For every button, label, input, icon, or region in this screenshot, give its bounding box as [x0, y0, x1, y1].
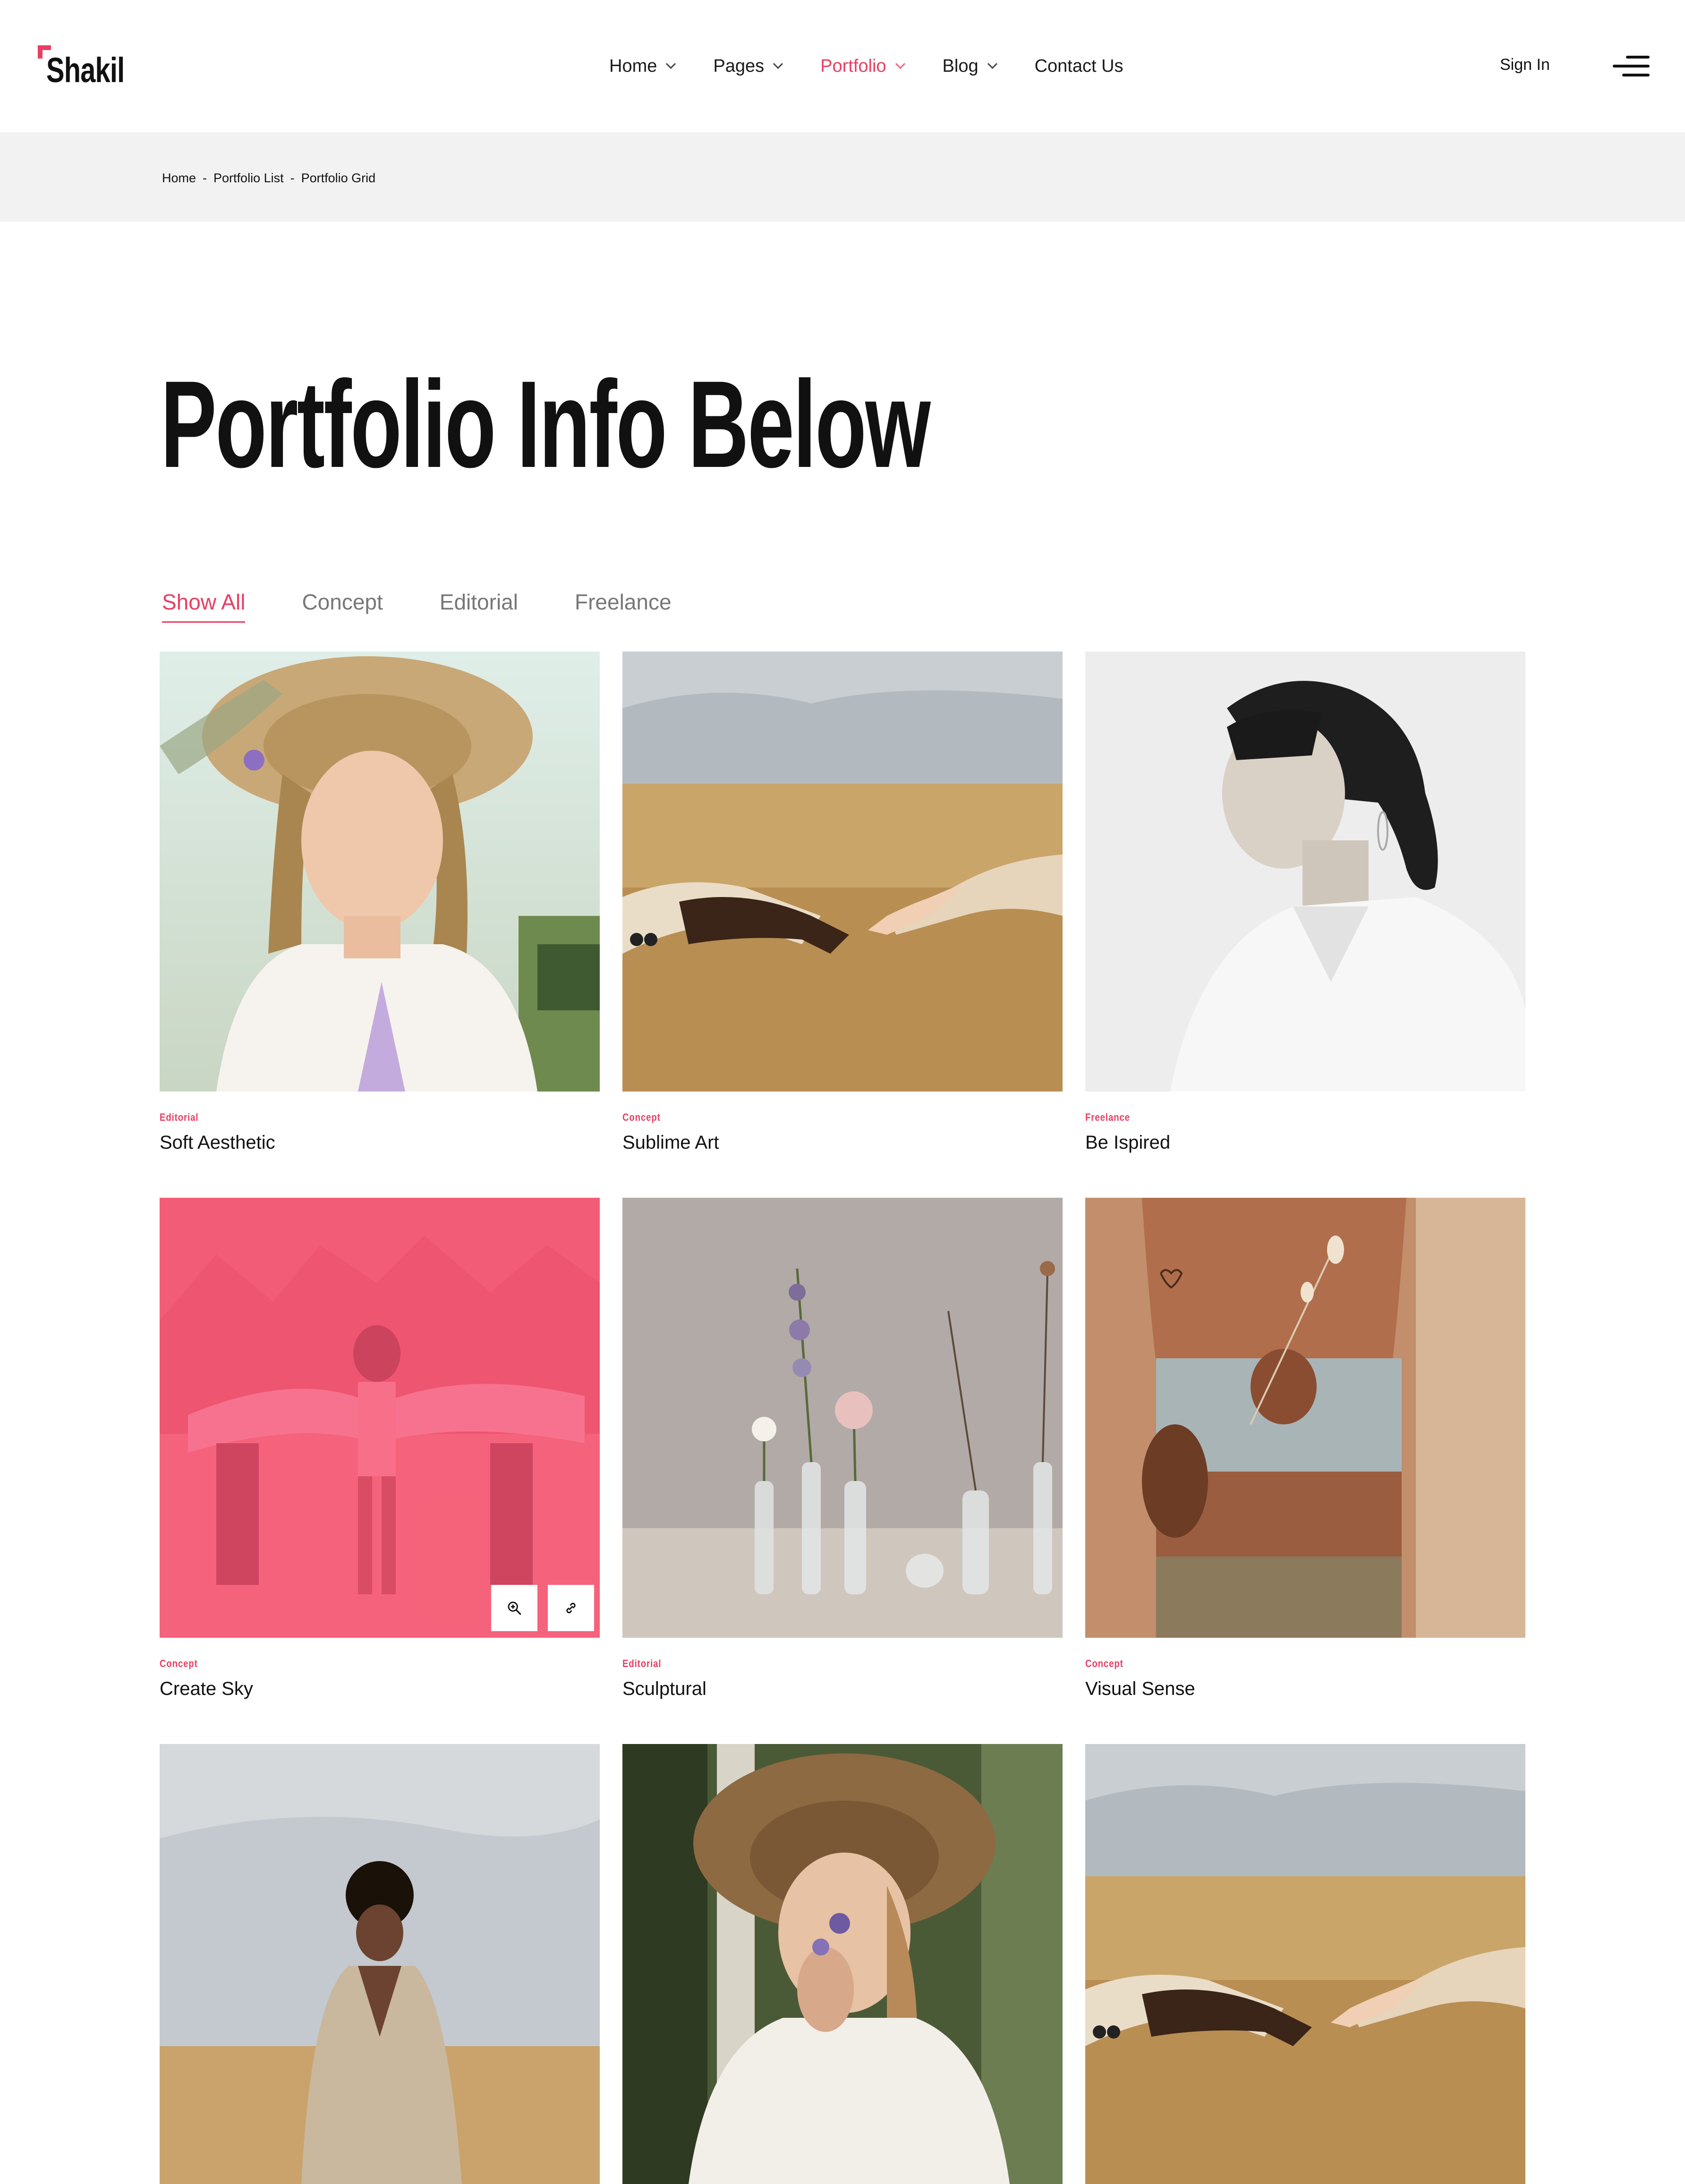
breadcrumb-separator: -: [290, 171, 295, 185]
woman-profile-bw-image: [1085, 652, 1525, 1092]
breadcrumb-portfolio-list[interactable]: Portfolio List: [213, 171, 284, 186]
man-wheat-field-image: [160, 1744, 600, 2184]
portfolio-title[interactable]: Create Sky: [160, 1678, 600, 1700]
portfolio-category[interactable]: Concept: [622, 1111, 996, 1124]
portfolio-card: [622, 1744, 1063, 2184]
portfolio-title[interactable]: Sublime Art: [622, 1132, 1063, 1153]
nav-item-label: Blog: [942, 56, 979, 76]
portfolio-image[interactable]: [1085, 1744, 1525, 2184]
portfolio-category[interactable]: Concept: [1085, 1658, 1459, 1670]
portfolio-title[interactable]: Soft Aesthetic: [160, 1132, 600, 1153]
logo[interactable]: Shakil: [38, 45, 146, 88]
filter-concept[interactable]: Concept: [302, 589, 383, 621]
filter-freelance[interactable]: Freelance: [575, 589, 672, 621]
zoom-in-button[interactable]: [491, 1585, 537, 1631]
portfolio-image[interactable]: [622, 1744, 1063, 2184]
portfolio-category[interactable]: Freelance: [1085, 1111, 1459, 1124]
portfolio-title[interactable]: Visual Sense: [1085, 1678, 1525, 1700]
portfolio-image[interactable]: [1085, 1198, 1525, 1638]
breadcrumb-separator: -: [203, 171, 207, 185]
link-button[interactable]: [548, 1585, 594, 1631]
portfolio-image[interactable]: [622, 1198, 1063, 1638]
nav-item-label: Portfolio: [820, 56, 886, 76]
nav-item-label: Pages: [713, 56, 765, 76]
portfolio-card: [1085, 1744, 1525, 2184]
woman-dried-flowers-image: [1085, 1198, 1525, 1638]
filter-editorial[interactable]: Editorial: [440, 589, 518, 621]
portfolio-filters: Show All Concept Editorial Freelance: [162, 589, 728, 623]
filter-show-all[interactable]: Show All: [162, 589, 246, 623]
breadcrumb-current: Portfolio Grid: [301, 171, 376, 185]
portfolio-card: Freelance Be Ispired: [1085, 652, 1525, 1153]
nav-item-portfolio[interactable]: Portfolio: [820, 56, 905, 76]
main-nav: Home Pages Portfolio Blog Contact Us: [609, 53, 1162, 79]
nav-item-label: Contact Us: [1034, 56, 1123, 76]
zoom-in-icon: [508, 1601, 521, 1615]
portfolio-card: Concept Sublime Art: [622, 652, 1063, 1153]
portfolio-card: Concept Create Sky: [160, 1198, 600, 1700]
woman-straw-hat-image: [160, 652, 600, 1092]
portfolio-category[interactable]: Editorial: [160, 1111, 534, 1124]
portfolio-image[interactable]: [622, 652, 1063, 1092]
page-title: Portfolio Info Below: [161, 355, 931, 493]
site-header: Shakil Home Pages Portfolio Blog Contact…: [0, 0, 1685, 132]
link-icon: [566, 1602, 576, 1614]
nav-item-pages[interactable]: Pages: [713, 56, 783, 76]
portfolio-card: [160, 1744, 600, 2184]
portfolio-category[interactable]: Editorial: [622, 1658, 996, 1670]
portfolio-card: Editorial Soft Aesthetic: [160, 652, 600, 1153]
breadcrumb-home[interactable]: Home: [162, 171, 196, 186]
portfolio-image[interactable]: [160, 1744, 600, 2184]
hands-wheat-field-image: [1085, 1744, 1525, 2184]
nav-item-blog[interactable]: Blog: [942, 56, 997, 76]
flower-vases-image: [622, 1198, 1063, 1638]
portfolio-image[interactable]: [160, 652, 600, 1092]
sign-in-link[interactable]: Sign In: [1500, 56, 1550, 74]
portfolio-title[interactable]: Be Ispired: [1085, 1132, 1525, 1153]
portfolio-card: Concept Visual Sense: [1085, 1198, 1525, 1700]
portfolio-card: Editorial Sculptural: [622, 1198, 1063, 1700]
chevron-down-icon: [666, 59, 676, 69]
logo-text: Shakil: [46, 51, 125, 90]
portfolio-image[interactable]: [160, 1198, 600, 1638]
nav-item-label: Home: [609, 56, 657, 76]
hover-overlay: [160, 1198, 600, 1638]
nav-item-contact[interactable]: Contact Us: [1035, 56, 1123, 76]
chevron-down-icon: [895, 59, 905, 69]
woman-hat-flowers-image: [622, 1744, 1063, 2184]
portfolio-image[interactable]: [1085, 652, 1525, 1092]
breadcrumb-bar: Home - Portfolio List - Portfolio Grid: [0, 132, 1685, 222]
portfolio-title[interactable]: Sculptural: [622, 1678, 1063, 1700]
chevron-down-icon: [773, 59, 783, 69]
nav-item-home[interactable]: Home: [609, 56, 676, 76]
hamburger-menu-icon[interactable]: [1613, 54, 1650, 78]
breadcrumb: Home - Portfolio List - Portfolio Grid: [162, 171, 375, 186]
chevron-down-icon: [987, 59, 997, 69]
hands-wheat-field-image: [622, 652, 1063, 1092]
portfolio-category[interactable]: Concept: [160, 1658, 534, 1670]
